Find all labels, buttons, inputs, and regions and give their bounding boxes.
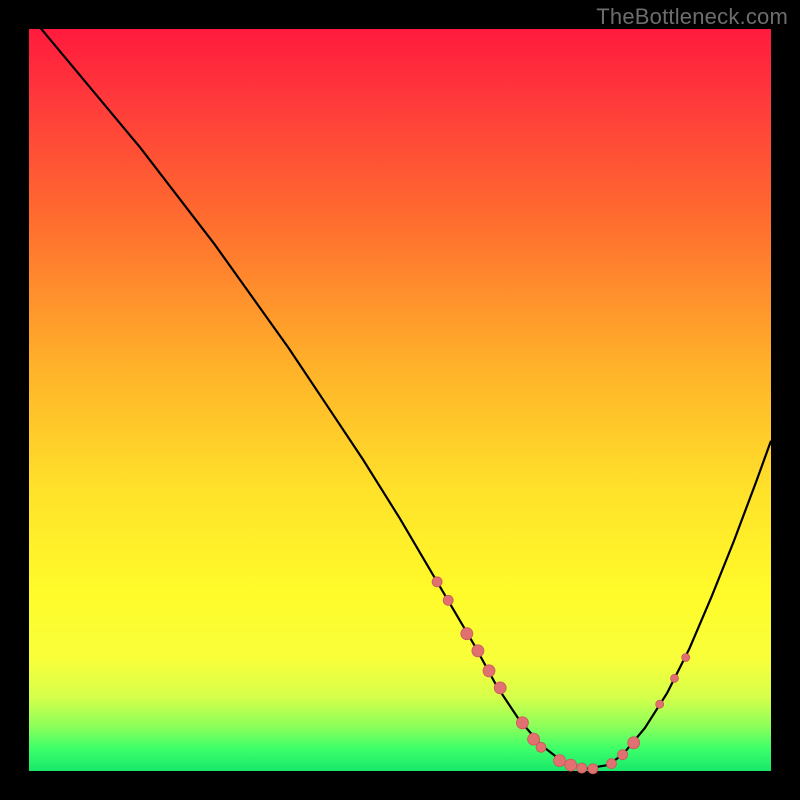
chart-marker: [472, 645, 484, 657]
chart-marker: [554, 755, 566, 767]
chart-marker: [443, 595, 453, 605]
chart-marker: [577, 763, 587, 773]
chart-marker: [516, 717, 528, 729]
bottleneck-chart: [29, 29, 771, 771]
chart-marker: [536, 742, 546, 752]
bottleneck-curve: [29, 14, 771, 769]
watermark-text: TheBottleneck.com: [596, 4, 788, 30]
chart-marker: [483, 665, 495, 677]
chart-marker: [588, 764, 598, 774]
chart-marker: [682, 654, 690, 662]
chart-marker: [565, 759, 577, 771]
chart-marker: [628, 737, 640, 749]
chart-marker: [461, 628, 473, 640]
chart-marker: [618, 750, 628, 760]
chart-marker: [432, 577, 442, 587]
chart-marker: [656, 700, 664, 708]
chart-marker: [671, 674, 679, 682]
chart-marker: [607, 759, 617, 769]
chart-markers-group: [432, 577, 690, 774]
chart-marker: [494, 682, 506, 694]
